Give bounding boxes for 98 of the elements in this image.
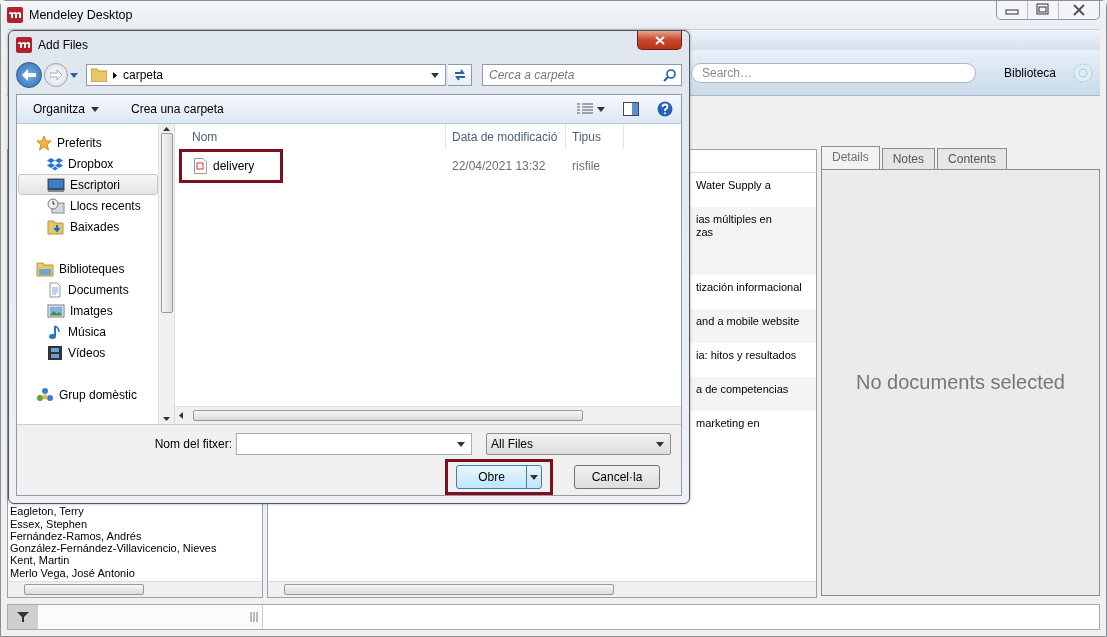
navigation-item[interactable]: Grup domèstic: [18, 384, 158, 405]
author-item[interactable]: Merlo Vega, José Antonio: [10, 566, 260, 579]
right-arrow-icon: [50, 70, 62, 80]
filter-caret-icon: [656, 441, 664, 447]
horizontal-scrollbar[interactable]: [175, 406, 681, 424]
film-strip-icon: [47, 344, 63, 361]
navigation-item[interactable]: Preferits: [18, 132, 158, 153]
filename-caret-icon: [457, 441, 465, 447]
vertical-scrollbar[interactable]: [158, 124, 174, 424]
scroll-up-arrow-icon[interactable]: [163, 127, 170, 131]
navigation-item[interactable]: Escriptori: [18, 174, 158, 195]
view-caret-icon: [597, 106, 605, 112]
navigation-item[interactable]: Música: [18, 321, 158, 342]
author-item[interactable]: González-Fernández-Villavicencio, Nieves: [10, 542, 260, 555]
open-button[interactable]: Obre: [456, 465, 542, 489]
document-title: zas: [696, 226, 715, 239]
highlight-frame[interactable]: delivery: [179, 149, 283, 183]
author-item[interactable]: Fernández-Ramos, Andrés: [10, 529, 260, 543]
resize-grip-icon[interactable]: [250, 612, 258, 622]
music-note-icon: [47, 323, 63, 340]
dialog-title: Add Files: [38, 38, 89, 52]
document-title: and a mobile website: [696, 315, 801, 328]
address-caret-icon: [431, 72, 439, 78]
dropbox-icon: [47, 155, 63, 172]
toolbar-button[interactable]: Organitza: [27, 99, 106, 119]
horizontal-scrollbar[interactable]: [268, 581, 816, 597]
navigation-item[interactable]: Llocs recents: [18, 195, 158, 216]
dropdown-caret-icon: [91, 106, 100, 112]
star-icon: [36, 134, 52, 151]
scrollbar-thumb[interactable]: [160, 133, 173, 313]
dialog-logo-icon: [16, 37, 32, 53]
column-header[interactable]: Tipus: [566, 124, 624, 149]
history-caret-icon[interactable]: [70, 72, 78, 78]
recent-places-icon: [47, 197, 65, 214]
details-tab[interactable]: Notes: [881, 148, 936, 169]
monitor-icon: [47, 176, 65, 193]
filter-icon: [17, 611, 29, 623]
file-type-dropdown[interactable]: All Files: [486, 433, 671, 455]
empty-message: No documents selected: [856, 371, 1065, 394]
globe-icon[interactable]: [1072, 61, 1095, 84]
view-options-icon[interactable]: [577, 103, 593, 115]
navigation-item[interactable]: Vídeos: [18, 342, 158, 363]
column-header[interactable]: Data de modificació: [446, 124, 566, 149]
document-title: Water Supply a: [696, 179, 772, 192]
breadcrumb-arrow-icon: [113, 71, 117, 79]
document-title: ias múltiples en: [696, 213, 773, 226]
file-modified-date: 22/04/2021 13:32: [451, 159, 547, 173]
document-icon: [47, 281, 63, 298]
author-item[interactable]: Kent, Martin: [10, 554, 260, 567]
document-title: marketing en: [696, 417, 761, 430]
document-title: tización informacional: [696, 281, 803, 294]
navigation-item[interactable]: Dropbox: [18, 153, 158, 174]
libraries-folder-icon: [36, 260, 54, 277]
app-logo-icon: [7, 7, 23, 23]
folder-icon: [91, 68, 107, 82]
scrollbar-thumb[interactable]: [284, 584, 614, 595]
filename-label: Nom del fitxer:: [154, 437, 232, 451]
column-header[interactable]: Nom: [175, 124, 446, 149]
scroll-left-arrow-icon[interactable]: [179, 412, 183, 419]
preview-pane-icon[interactable]: [623, 102, 639, 116]
navigation-item[interactable]: Imatges: [18, 300, 158, 321]
navigation-item[interactable]: Documents: [18, 279, 158, 300]
filter-field[interactable]: [38, 605, 263, 629]
document-title: ia: hitos y resultados: [696, 349, 798, 362]
author-item[interactable]: Eagleton, Terry: [10, 505, 260, 518]
folder-download-icon: [47, 218, 65, 235]
file-name: delivery: [213, 159, 255, 173]
address-bar[interactable]: carpeta: [86, 64, 446, 86]
split-caret-icon: [530, 474, 538, 480]
file-icon: [194, 158, 207, 174]
homegroup-icon: [36, 386, 54, 403]
horizontal-scrollbar[interactable]: [8, 581, 262, 597]
filter-button[interactable]: [8, 605, 38, 629]
filename-field[interactable]: [236, 433, 472, 455]
library-label: Biblioteca: [1004, 65, 1057, 80]
refresh-button[interactable]: [448, 64, 472, 86]
back-button[interactable]: [16, 62, 42, 88]
toolbar-button[interactable]: Crea una carpeta: [125, 99, 230, 119]
close-icon: [654, 35, 665, 45]
document-title: a de competencias: [696, 383, 790, 396]
close-button[interactable]: [637, 31, 682, 50]
scrollbar-thumb[interactable]: [24, 584, 144, 595]
refresh-icon: [452, 68, 467, 82]
file-type: risfile: [571, 159, 601, 173]
picture-icon: [47, 302, 65, 319]
details-tab[interactable]: Contents: [937, 148, 1008, 169]
scrollbar-thumb[interactable]: [193, 410, 583, 421]
search-field[interactable]: Search…: [691, 62, 976, 83]
cancel-button[interactable]: Cancel·la: [574, 465, 660, 489]
details-tab[interactable]: Details: [821, 146, 880, 169]
navigation-item[interactable]: Biblioteques: [18, 258, 158, 279]
author-item[interactable]: Essex, Stephen: [10, 517, 260, 530]
search-field[interactable]: Cerca a carpeta: [482, 64, 682, 86]
help-icon[interactable]: [657, 101, 673, 117]
scroll-down-arrow-icon[interactable]: [163, 417, 170, 421]
window-title: Mendeley Desktop: [29, 8, 133, 22]
navigation-item[interactable]: Baixades: [18, 216, 158, 237]
left-arrow-icon: [22, 69, 36, 81]
